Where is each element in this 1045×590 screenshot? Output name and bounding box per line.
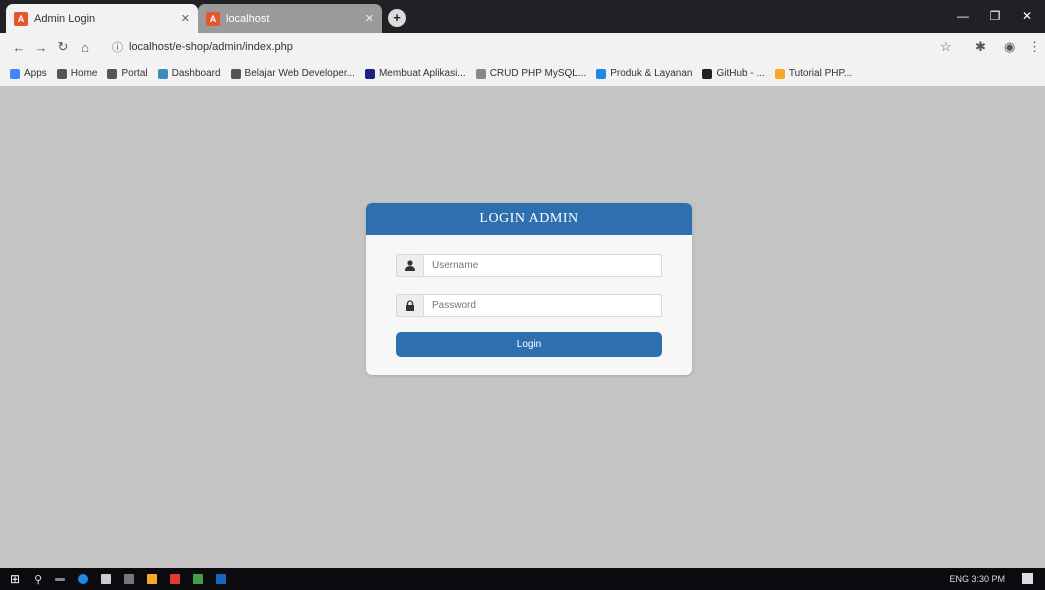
bookmark-label: Tutorial PHP...: [788, 68, 853, 79]
tab-strip: A Admin Login ✕ A localhost ✕ + — ❐ ✕: [0, 0, 1045, 33]
explorer-icon[interactable]: [101, 574, 112, 584]
user-icon: [397, 255, 424, 276]
bookmark-favicon-icon: [364, 68, 375, 79]
minimize-button[interactable]: —: [945, 0, 981, 33]
app-icon[interactable]: [170, 574, 181, 584]
start-icon[interactable]: ⊞: [10, 572, 20, 586]
bookmark-favicon-icon: [10, 68, 20, 79]
app-icon[interactable]: [147, 574, 158, 584]
password-field[interactable]: [396, 294, 662, 317]
username-field[interactable]: [396, 254, 662, 277]
bookmarks-bar: Apps Home Portal Dashboard Belajar Web Devel…: [0, 61, 1045, 86]
bookmark-item[interactable]: Produk & Layanan: [596, 68, 692, 79]
notification-icon[interactable]: [1022, 573, 1033, 584]
task-view-icon[interactable]: [55, 577, 66, 581]
bookmark-favicon-icon: [702, 68, 713, 79]
site-favicon-icon: A: [14, 11, 28, 26]
password-input[interactable]: [424, 294, 661, 317]
new-tab-icon[interactable]: +: [388, 9, 406, 27]
bookmark-item[interactable]: Belajar Web Developer...: [230, 68, 355, 79]
bookmark-label: Apps: [24, 68, 47, 79]
tab-localhost[interactable]: A localhost ✕: [198, 4, 382, 33]
login-card: LOGIN ADMIN Login: [366, 203, 692, 375]
bookmark-item[interactable]: GitHub - ...: [702, 68, 765, 79]
back-icon[interactable]: ←: [8, 40, 30, 55]
tab-title: localhost: [226, 12, 270, 25]
browser-chrome: A Admin Login ✕ A localhost ✕ + — ❐ ✕ ← …: [0, 0, 1045, 86]
bookmark-label: Belajar Web Developer...: [244, 68, 355, 79]
bookmark-favicon-icon: [157, 68, 168, 79]
bookmark-item[interactable]: Membuat Aplikasi...: [364, 68, 466, 79]
reload-icon[interactable]: ↻: [52, 39, 74, 55]
bookmark-label: Dashboard: [171, 68, 221, 79]
bookmark-item[interactable]: Tutorial PHP...: [774, 68, 853, 79]
menu-icon[interactable]: ⋮: [1028, 33, 1041, 61]
bookmark-item[interactable]: Home: [56, 68, 98, 79]
app-icon[interactable]: [193, 574, 204, 584]
site-favicon-icon: A: [206, 11, 220, 26]
bookmark-favicon-icon: [596, 68, 607, 79]
bookmark-label: Portal: [121, 68, 148, 79]
browser-toolbar: ← → ↻ ⌂ ⓘ localhost/e-shop/admin/index.p…: [0, 33, 1045, 61]
bookmark-favicon-icon: [774, 68, 785, 79]
tab-title: Admin Login: [34, 12, 96, 25]
tab-admin-login[interactable]: A Admin Login ✕: [6, 4, 198, 33]
bookmark-label: GitHub - ...: [716, 68, 765, 79]
tab-close-icon[interactable]: ✕: [181, 12, 190, 25]
address-bar[interactable]: ⓘ localhost/e-shop/admin/index.php: [106, 36, 896, 58]
edge-icon[interactable]: [78, 574, 89, 584]
tab-close-icon[interactable]: ✕: [365, 12, 374, 25]
bookmark-star-icon[interactable]: ☆: [940, 33, 952, 61]
extension-icon[interactable]: ✱: [975, 33, 986, 61]
app-icon[interactable]: [216, 574, 227, 584]
bookmark-label: CRUD PHP MySQL...: [489, 68, 587, 79]
bookmark-label: Home: [70, 68, 98, 79]
maximize-button[interactable]: ❐: [977, 0, 1013, 33]
login-title: LOGIN ADMIN: [366, 203, 692, 235]
username-input[interactable]: [424, 254, 661, 277]
bookmark-favicon-icon: [107, 68, 118, 79]
profile-icon[interactable]: ◉: [1004, 33, 1015, 61]
search-icon[interactable]: ⚲: [34, 573, 42, 586]
store-icon[interactable]: [124, 574, 135, 584]
url-text: localhost/e-shop/admin/index.php: [129, 41, 293, 53]
bookmark-favicon-icon: [230, 68, 241, 79]
close-window-button[interactable]: ✕: [1009, 0, 1045, 33]
bookmark-label: Membuat Aplikasi...: [378, 68, 466, 79]
windows-taskbar: ⊞ ⚲: [0, 568, 1045, 590]
login-button[interactable]: Login: [396, 332, 662, 357]
bookmark-item[interactable]: Apps: [10, 68, 47, 79]
bookmark-item[interactable]: Portal: [107, 68, 148, 79]
home-icon[interactable]: ⌂: [74, 40, 96, 55]
bookmark-item[interactable]: CRUD PHP MySQL...: [475, 68, 587, 79]
bookmark-favicon-icon: [475, 68, 486, 79]
system-tray-clock[interactable]: ENG 3:30 PM: [949, 568, 1005, 590]
bookmark-label: Produk & Layanan: [610, 68, 693, 79]
bookmark-item[interactable]: Dashboard: [157, 68, 221, 79]
info-icon[interactable]: ⓘ: [112, 39, 123, 55]
lock-icon: [397, 295, 424, 316]
bookmark-favicon-icon: [56, 68, 67, 79]
forward-icon[interactable]: →: [30, 40, 52, 55]
